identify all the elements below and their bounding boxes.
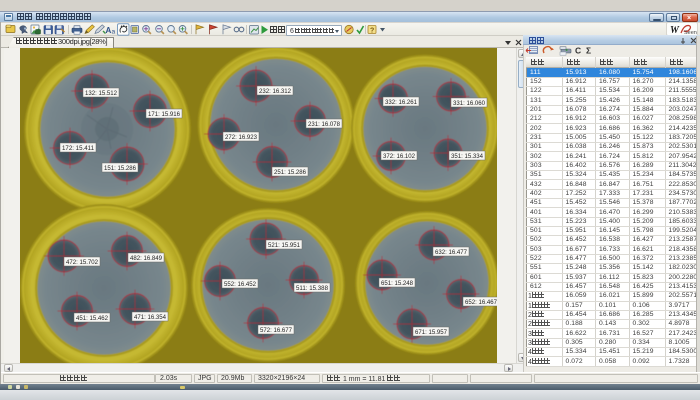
svg-text:521: 15.951: 521: 15.951 <box>268 242 300 249</box>
svg-text:351: 15.334: 351: 15.334 <box>451 153 483 160</box>
svg-text:C: C <box>575 46 581 56</box>
svg-text:a: a <box>112 29 116 36</box>
svg-text:451: 15.462: 451: 15.462 <box>76 315 108 322</box>
svg-text:251: 15.286: 251: 15.286 <box>274 169 306 176</box>
svg-text:572: 16.677: 572: 16.677 <box>260 327 292 334</box>
svg-text:171: 15.916: 171: 15.916 <box>148 111 180 118</box>
svg-text:151: 15.286: 151: 15.286 <box>104 165 136 172</box>
svg-text:511: 15.388: 511: 15.388 <box>296 285 328 292</box>
svg-text:232: 16.312: 232: 16.312 <box>259 88 291 95</box>
svg-text:?: ? <box>370 28 374 35</box>
svg-text:632: 16.477: 632: 16.477 <box>435 249 467 256</box>
svg-text:671: 15.957: 671: 15.957 <box>415 329 447 336</box>
svg-text:172: 15.411: 172: 15.411 <box>62 145 94 152</box>
svg-text:132: 15.512: 132: 15.512 <box>85 90 117 97</box>
svg-text:651: 15.248: 651: 15.248 <box>381 280 413 287</box>
svg-text:331: 16.060: 331: 16.060 <box>453 100 485 107</box>
svg-text:472: 15.702: 472: 15.702 <box>66 259 98 266</box>
svg-text:Σ: Σ <box>586 46 591 56</box>
svg-text:471: 16.354: 471: 16.354 <box>134 314 166 321</box>
svg-text:332: 16.261: 332: 16.261 <box>385 99 417 106</box>
svg-text:372: 16.102: 372: 16.102 <box>383 153 415 160</box>
svg-text:231: 16.078: 231: 16.078 <box>308 121 340 128</box>
svg-text:482: 16.849: 482: 16.849 <box>130 255 162 262</box>
svg-text:552: 16.452: 552: 16.452 <box>224 281 256 288</box>
svg-text:652: 16.467: 652: 16.467 <box>465 299 497 306</box>
svg-text:272: 16.923: 272: 16.923 <box>225 134 257 141</box>
